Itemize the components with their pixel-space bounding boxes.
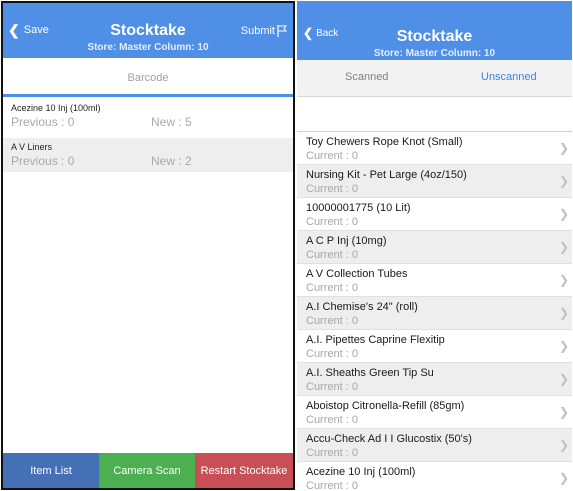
list-item[interactable]: Nursing Kit - Pet Large (4oz/150) Curren…	[297, 165, 572, 198]
item-previous: Previous : 0	[11, 154, 75, 168]
chevron-right-icon: ❯	[558, 306, 569, 320]
item-new: New : 5	[151, 115, 192, 129]
list-item[interactable]: 10000001775 (10 Lit) Current : 0 ❯	[297, 198, 572, 231]
chevron-right-icon: ❯	[558, 339, 569, 353]
item-name: Acezine 10 Inj (100ml)	[11, 103, 101, 113]
right-header: ❮ Back Stocktake Store: Master Column: 1…	[297, 1, 572, 60]
tab-unscanned[interactable]: Unscanned	[481, 71, 537, 83]
item-name: A.I Chemise's 24" (roll)	[306, 301, 418, 313]
page-title: Stocktake	[396, 28, 473, 45]
item-name: Nursing Kit - Pet Large (4oz/150)	[306, 169, 467, 181]
list-item[interactable]: A.I. Pipettes Caprine Flexitip Current :…	[297, 330, 572, 363]
camera-scan-button[interactable]: Camera Scan	[99, 453, 195, 488]
list-item[interactable]: Toy Chewers Rope Knot (Small) Current : …	[297, 132, 572, 165]
chevron-right-icon: ❯	[558, 405, 569, 419]
item-new: New : 2	[151, 154, 192, 168]
left-screen: ❮ Save Stocktake Store: Master Column: 1…	[1, 1, 295, 490]
chevron-right-icon: ❯	[558, 207, 569, 221]
item-current: Current : 0	[306, 381, 358, 393]
restart-stocktake-button[interactable]: Restart Stocktake	[195, 453, 293, 488]
list-item[interactable]: A V Liners Previous : 0 New : 2	[3, 138, 293, 172]
list-item[interactable]: Acezine 10 Inj (100ml) Previous : 0 New …	[3, 99, 293, 133]
list-item[interactable]: Aboistop Citronella-Refill (85gm) Curren…	[297, 396, 572, 429]
item-current: Current : 0	[306, 282, 358, 294]
right-screen: ❮ Back Stocktake Store: Master Column: 1…	[297, 1, 572, 490]
chevron-right-icon: ❯	[558, 240, 569, 254]
list-item[interactable]: Acezine 10 Inj (100ml) Current : 0 ❯	[297, 462, 572, 490]
tab-scanned[interactable]: Scanned	[345, 71, 388, 83]
item-current: Current : 0	[306, 183, 358, 195]
chevron-right-icon: ❯	[558, 174, 569, 188]
list-item[interactable]: Accu-Check Ad I I Glucostix (50's) Curre…	[297, 429, 572, 462]
list-item[interactable]: A.I Chemise's 24" (roll) Current : 0 ❯	[297, 297, 572, 330]
item-name: A.I. Sheaths Green Tip Su	[306, 367, 434, 379]
item-name: 10000001775 (10 Lit)	[306, 202, 411, 214]
store-column-subtitle: Store: Master Column: 10	[87, 42, 209, 53]
item-name: Acezine 10 Inj (100ml)	[306, 466, 416, 478]
store-column-subtitle: Store: Master Column: 10	[373, 48, 496, 59]
item-current: Current : 0	[306, 480, 358, 490]
item-name: A V Liners	[11, 142, 53, 152]
segmented-control: Scanned Unscanned	[297, 60, 572, 97]
list-item[interactable]: A V Collection Tubes Current : 0 ❯	[297, 264, 572, 297]
barcode-input[interactable]: Barcode	[3, 58, 293, 97]
item-list-button[interactable]: Item List	[3, 453, 99, 488]
chevron-right-icon: ❯	[558, 141, 569, 155]
left-header: ❮ Save Stocktake Store: Master Column: 1…	[3, 3, 293, 58]
barcode-placeholder: Barcode	[127, 72, 169, 84]
list-item[interactable]: A C P Inj (10mg) Current : 0 ❯	[297, 231, 572, 264]
item-current: Current : 0	[306, 315, 358, 327]
chevron-right-icon: ❯	[558, 273, 569, 287]
item-current: Current : 0	[306, 348, 358, 360]
submit-label: Submit	[240, 25, 275, 37]
item-name: A.I. Pipettes Caprine Flexitip	[306, 334, 445, 346]
flag-icon	[277, 25, 287, 37]
item-current: Current : 0	[306, 414, 358, 426]
item-current: Current : 0	[306, 447, 358, 459]
item-name: A V Collection Tubes	[306, 268, 408, 280]
list-item[interactable]: A.I. Sheaths Green Tip Su Current : 0 ❯	[297, 363, 572, 396]
item-current: Current : 0	[306, 249, 358, 261]
chevron-right-icon: ❯	[558, 471, 569, 485]
item-current: Current : 0	[306, 150, 358, 162]
chevron-right-icon: ❯	[558, 372, 569, 386]
item-name: Aboistop Citronella-Refill (85gm)	[306, 400, 465, 412]
item-name: Toy Chewers Rope Knot (Small)	[306, 136, 463, 148]
item-current: Current : 0	[306, 216, 358, 228]
item-name: A C P Inj (10mg)	[306, 235, 387, 247]
submit-button[interactable]: Submit	[241, 25, 287, 37]
search-bar[interactable]	[297, 97, 572, 132]
bottom-toolbar: Item List Camera Scan Restart Stocktake	[3, 453, 293, 488]
item-previous: Previous : 0	[11, 115, 75, 129]
item-name: Accu-Check Ad I I Glucostix (50's)	[306, 433, 472, 445]
chevron-right-icon: ❯	[558, 438, 569, 452]
